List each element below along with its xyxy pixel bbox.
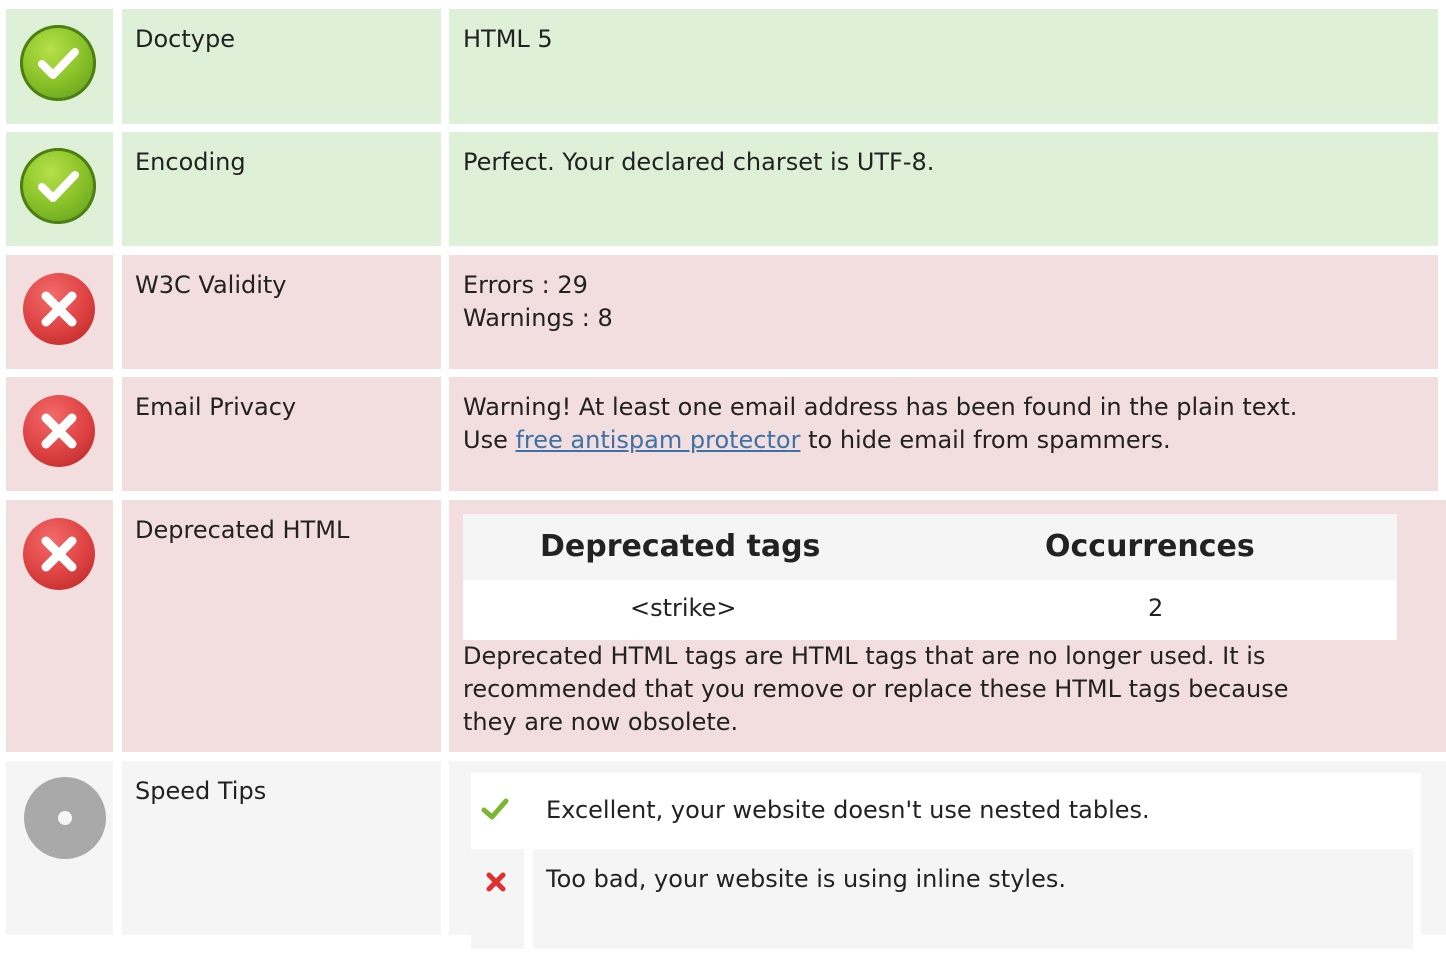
check-icon	[481, 798, 509, 820]
row-w3c-validity: W3C Validity Errors : 29 Warnings : 8	[0, 255, 1446, 369]
row-label: Speed Tips	[135, 777, 267, 805]
table-row: <strike> 2	[463, 580, 1397, 640]
check-circle-icon	[20, 25, 96, 101]
row-label: Encoding	[135, 148, 246, 176]
label-cell: W3C Validity	[122, 255, 441, 369]
row-label: W3C Validity	[135, 271, 287, 299]
error-circle-icon	[23, 395, 95, 467]
status-cell	[6, 377, 113, 491]
column-header-occurrences: Occurrences	[1045, 529, 1255, 564]
list-item: Too bad, your website is using inline st…	[471, 849, 1421, 949]
deprecated-description: Deprecated HTML tags are HTML tags that …	[463, 642, 1289, 736]
label-cell: Doctype	[122, 9, 441, 124]
tip-text: Excellent, your website doesn't use nest…	[546, 796, 1150, 824]
table-header: Deprecated tags Occurrences	[463, 514, 1397, 580]
cross-icon	[486, 872, 506, 892]
deprecated-tags-table: Deprecated tags Occurrences <strike> 2	[463, 514, 1397, 640]
value-cell: Warning! At least one email address has …	[449, 377, 1438, 491]
value-cell: Errors : 29 Warnings : 8	[449, 255, 1438, 369]
status-cell	[6, 255, 113, 369]
row-label: Doctype	[135, 25, 235, 53]
deprecated-tag-cell: <strike>	[630, 594, 737, 622]
neutral-circle-icon	[24, 777, 106, 859]
value-cell: Deprecated tags Occurrences <strike> 2 D…	[449, 500, 1446, 752]
label-cell: Speed Tips	[122, 761, 441, 935]
tip-text: Too bad, your website is using inline st…	[546, 865, 1066, 893]
label-cell: Encoding	[122, 132, 441, 246]
email-advice-text: Use free antispam protector to hide emai…	[463, 426, 1171, 454]
label-cell: Email Privacy	[122, 377, 441, 491]
row-email-privacy: Email Privacy Warning! At least one emai…	[0, 377, 1446, 491]
column-header-tags: Deprecated tags	[540, 529, 821, 564]
row-encoding: Encoding Perfect. Your declared charset …	[0, 132, 1446, 246]
error-circle-icon	[23, 273, 95, 345]
check-circle-icon	[20, 148, 96, 224]
speed-tips-list: Excellent, your website doesn't use nest…	[471, 773, 1421, 953]
value-cell: Perfect. Your declared charset is UTF-8.	[449, 132, 1438, 246]
value-cell: Excellent, your website doesn't use nest…	[449, 761, 1446, 953]
errors-count: Errors : 29	[463, 271, 588, 299]
label-cell: Deprecated HTML	[122, 500, 441, 752]
antispam-protector-link[interactable]: free antispam protector	[515, 426, 800, 454]
row-value: Perfect. Your declared charset is UTF-8.	[463, 148, 935, 176]
row-deprecated-html: Deprecated HTML Deprecated tags Occurren…	[0, 500, 1446, 752]
value-cell: HTML 5	[449, 9, 1438, 124]
warnings-count: Warnings : 8	[463, 304, 613, 332]
status-cell	[6, 761, 113, 935]
email-warning-text: Warning! At least one email address has …	[463, 393, 1298, 421]
row-value: HTML 5	[463, 25, 553, 53]
error-circle-icon	[23, 518, 95, 590]
status-cell	[6, 500, 113, 752]
row-label: Email Privacy	[135, 393, 297, 421]
status-cell	[6, 132, 113, 246]
row-speed-tips: Speed Tips Excellent, your website doesn…	[0, 761, 1446, 953]
row-doctype: Doctype HTML 5	[0, 9, 1446, 124]
row-label: Deprecated HTML	[135, 516, 350, 544]
occurrence-count-cell: 2	[1148, 594, 1164, 622]
status-cell	[6, 9, 113, 124]
list-item: Excellent, your website doesn't use nest…	[471, 773, 1421, 839]
